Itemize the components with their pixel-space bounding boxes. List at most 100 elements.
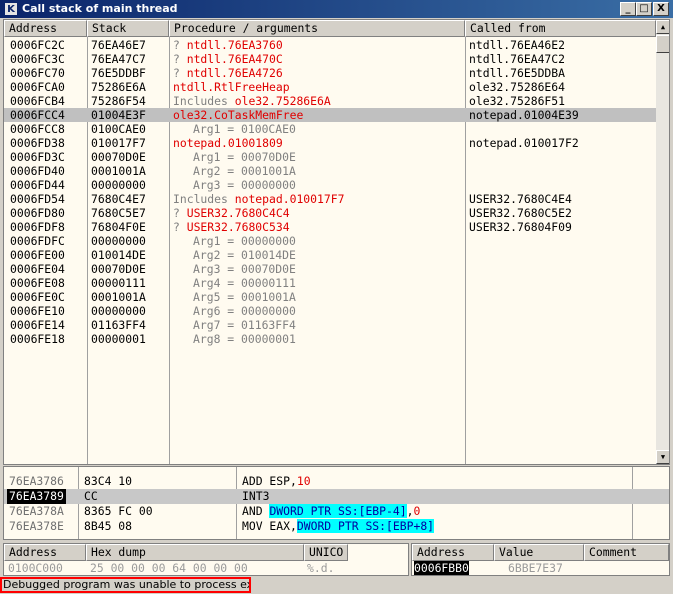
column-header-stack[interactable]: Stack bbox=[87, 20, 169, 37]
disasm-command-part: DWORD PTR SS:[EBP-4] bbox=[269, 504, 407, 518]
maximize-button[interactable]: □ bbox=[636, 2, 652, 16]
call-stack-row[interactable]: 0006FC70 76E5DDBF? ntdll.76EA4726 ntdll.76… bbox=[4, 66, 656, 80]
dump-row-address: 0100C000 bbox=[8, 561, 63, 575]
row-procedure-prefix: Includes bbox=[173, 192, 228, 206]
stack-view-row-address[interactable]: 0006FBB0 bbox=[414, 561, 469, 575]
row-procedure-name: ntdll.76EA470C bbox=[186, 52, 283, 66]
row-procedure-name: Arg8 = 00000001 bbox=[193, 332, 296, 346]
row-procedure: Arg3 = 00000000 bbox=[173, 178, 296, 192]
row-procedure-name: Arg2 = 0001001A bbox=[193, 164, 296, 178]
row-procedure-name: notepad.010017F7 bbox=[234, 192, 345, 206]
scroll-thumb[interactable] bbox=[656, 35, 669, 53]
dump-header-unicode[interactable]: UNICO bbox=[304, 544, 348, 561]
call-stack-row[interactable]: 0006FDFC 00000000 Arg1 = 00000000 bbox=[4, 234, 656, 248]
row-address: 0006FE04 bbox=[10, 262, 65, 276]
row-procedure: Arg1 = 00070D0E bbox=[173, 150, 296, 164]
call-stack-pane[interactable]: Address Stack Procedure / arguments Call… bbox=[3, 19, 670, 465]
call-stack-row[interactable]: 0006FCB4 75286F54 Includes ole32.75286E6A o… bbox=[4, 94, 656, 108]
call-stack-row[interactable]: 0006FDF8 76804F0E? USER32.7680C534 USER32.… bbox=[4, 220, 656, 234]
stack-view-header-value[interactable]: Value bbox=[494, 544, 584, 561]
call-stack-row[interactable]: 0006FCA0 75286E6A ntdll.RtlFreeHeap ole32.7… bbox=[4, 80, 656, 94]
row-stack-value: 00000001 bbox=[91, 332, 146, 346]
call-stack-row[interactable]: 0006FD54 7680C4E7 Includes notepad.010017F… bbox=[4, 192, 656, 206]
column-header-called-from[interactable]: Called from bbox=[465, 20, 656, 37]
scroll-down-button[interactable]: ▼ bbox=[656, 450, 669, 464]
call-stack-row[interactable]: 0006FD40 0001001A Arg2 = 0001001A bbox=[4, 164, 656, 178]
row-procedure-name: USER32.7680C4C4 bbox=[186, 206, 290, 220]
call-stack-row[interactable]: 0006FD44 00000000 Arg3 = 00000000 bbox=[4, 178, 656, 192]
disasm-command-part: MOV EAX, bbox=[242, 519, 297, 533]
row-procedure-name: Arg2 = 010014DE bbox=[193, 248, 296, 262]
stack-view-pane[interactable]: Address Value Comment 0006FBB0 6BBE7E37 bbox=[411, 543, 670, 576]
call-stack-row[interactable]: 0006FE14 01163FF4 Arg7 = 01163FF4 bbox=[4, 318, 656, 332]
call-stack-row[interactable]: 0006FCC4 01004E3F ole32.CoTaskMemFree notep… bbox=[4, 108, 656, 122]
row-address: 0006FC70 bbox=[10, 66, 65, 80]
row-address: 0006FD44 bbox=[10, 178, 65, 192]
column-header-address[interactable]: Address bbox=[4, 20, 87, 37]
disasm-command-part: INT3 bbox=[242, 489, 270, 503]
row-procedure: Includes notepad.010017F7 bbox=[173, 192, 344, 206]
row-address: 0006FD3C bbox=[10, 150, 65, 164]
disassembly-row[interactable]: 76EA378E 8B45 08 MOV EAX,DWORD PTR SS:[EBP… bbox=[4, 519, 669, 534]
call-stack-row[interactable]: 0006FE00 010014DE Arg2 = 010014DE bbox=[4, 248, 656, 262]
row-procedure-name: Arg6 = 00000000 bbox=[193, 304, 296, 318]
close-button[interactable]: X bbox=[653, 2, 669, 16]
stack-view-header-comment[interactable]: Comment bbox=[584, 544, 669, 561]
call-stack-row[interactable]: 0006FCC8 0100CAE0 Arg1 = 0100CAE0 bbox=[4, 122, 656, 136]
disassembly-row[interactable]: 76EA3789 CC INT3 bbox=[4, 489, 669, 504]
disassembly-row[interactable]: 76EA378A 8365 FC 00 AND DWORD PTR SS:[EBP-… bbox=[4, 504, 669, 519]
call-stack-row[interactable]: 0006FD80 7680C5E7? USER32.7680C4C4 USER32.… bbox=[4, 206, 656, 220]
row-address: 0006FDF8 bbox=[10, 220, 65, 234]
row-stack-value: 00070D0E bbox=[91, 150, 146, 164]
dump-header-address[interactable]: Address bbox=[4, 544, 86, 561]
hex-dump-pane[interactable]: Address Hex dump UNICO 0100C000 25 00 00… bbox=[3, 543, 409, 576]
call-stack-row[interactable]: 0006FC3C 76EA47C7? ntdll.76EA470C ntdll.76… bbox=[4, 52, 656, 66]
call-stack-row[interactable]: 0006FD38 010017F7 notepad.01001809 notepad.… bbox=[4, 136, 656, 150]
row-stack-value: 01004E3F bbox=[91, 108, 146, 122]
row-called-from: ole32.75286E64 bbox=[469, 80, 566, 94]
disasm-hex: 8B45 08 bbox=[84, 519, 133, 533]
disasm-command-part: ADD ESP, bbox=[242, 474, 297, 488]
app-icon: K bbox=[4, 2, 18, 16]
row-procedure-name: ntdll.76EA3760 bbox=[186, 38, 283, 52]
row-procedure: Arg4 = 00000111 bbox=[173, 276, 296, 290]
row-procedure-name: ole32.CoTaskMemFree bbox=[173, 108, 304, 122]
row-address: 0006FD40 bbox=[10, 164, 65, 178]
row-procedure-name: ole32.75286E6A bbox=[234, 94, 331, 108]
call-stack-row[interactable]: 0006FE04 00070D0E Arg3 = 00070D0E bbox=[4, 262, 656, 276]
row-stack-value: 75286E6A bbox=[91, 80, 146, 94]
row-stack-value: 00000111 bbox=[91, 276, 146, 290]
row-called-from: ntdll.76E5DDBA bbox=[469, 66, 566, 80]
row-address: 0006FC2C bbox=[10, 38, 65, 52]
dump-header-hex[interactable]: Hex dump bbox=[86, 544, 304, 561]
title-bar[interactable]: K Call stack of main thread _ □ X bbox=[0, 0, 673, 18]
row-stack-value: 76EA47C7 bbox=[91, 52, 146, 66]
row-procedure: ? USER32.7680C534 bbox=[173, 220, 290, 234]
disasm-address: 76EA3786 bbox=[9, 474, 64, 488]
row-procedure: ? ntdll.76EA470C bbox=[173, 52, 283, 66]
column-header-procedure[interactable]: Procedure / arguments bbox=[169, 20, 465, 37]
disasm-address: 76EA378A bbox=[9, 504, 64, 518]
call-stack-row[interactable]: 0006FE0C 0001001A Arg5 = 0001001A bbox=[4, 290, 656, 304]
row-procedure-name: notepad.01001809 bbox=[173, 136, 283, 150]
call-stack-row[interactable]: 0006FD3C 00070D0E Arg1 = 00070D0E bbox=[4, 150, 656, 164]
call-stack-row[interactable]: 0006FE18 00000001 Arg8 = 00000001 bbox=[4, 332, 656, 346]
call-stack-row[interactable]: 0006FE10 00000000 Arg6 = 00000000 bbox=[4, 304, 656, 318]
disassembly-row[interactable]: 76EA3786 83C4 10 ADD ESP,10 bbox=[4, 474, 669, 489]
row-address: 0006FE0C bbox=[10, 290, 65, 304]
row-procedure-name: ntdll.RtlFreeHeap bbox=[173, 80, 290, 94]
row-address: 0006FE00 bbox=[10, 248, 65, 262]
row-address: 0006FD54 bbox=[10, 192, 65, 206]
call-stack-row[interactable]: 0006FC2C 76EA46E7? ntdll.76EA3760 ntdll.76… bbox=[4, 38, 656, 52]
row-procedure: Arg8 = 00000001 bbox=[173, 332, 296, 346]
row-stack-value: 0001001A bbox=[91, 290, 146, 304]
row-called-from: notepad.010017F2 bbox=[469, 136, 579, 150]
row-stack-value: 0001001A bbox=[91, 164, 146, 178]
row-procedure-name: Arg1 = 00000000 bbox=[193, 234, 296, 248]
scroll-up-button[interactable]: ▲ bbox=[656, 20, 669, 34]
vertical-scrollbar[interactable]: ▲ ▼ bbox=[656, 20, 669, 464]
stack-view-header-address[interactable]: Address bbox=[412, 544, 494, 561]
call-stack-row[interactable]: 0006FE08 00000111 Arg4 = 00000111 bbox=[4, 276, 656, 290]
minimize-button[interactable]: _ bbox=[620, 2, 636, 16]
disassembly-pane[interactable]: 76EA3786 83C4 10 ADD ESP,10 76EA3789 CC INT3 7… bbox=[3, 466, 670, 540]
